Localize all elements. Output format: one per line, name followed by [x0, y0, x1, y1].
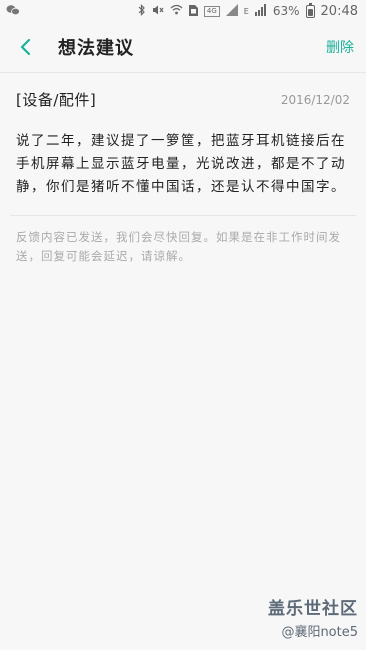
header: 想法建议 删除: [0, 22, 366, 72]
status-right: 4G E 63% 20:48: [138, 2, 366, 19]
network-4g-icon: 4G: [203, 5, 220, 17]
feedback-category: [设备/配件]: [16, 91, 97, 109]
delete-button[interactable]: 删除: [326, 37, 354, 57]
screen: 4G E 63% 20:48 想法建议 删除 [设备/配件] 2016/12/0…: [0, 0, 366, 650]
wifi-icon: [170, 4, 183, 18]
battery-percent: 63%: [272, 4, 300, 18]
signal-icon-2: [254, 3, 267, 19]
battery-icon: [305, 2, 315, 18]
wechat-icon: [6, 4, 20, 19]
sent-notice: 反馈内容已发送，我们会尽快回复。如果是在非工作时间发送，回复可能会延迟，请谅解。: [16, 230, 341, 263]
watermark-author: @襄阳note5: [281, 625, 358, 640]
page-title: 想法建议: [58, 38, 134, 59]
sim-card-icon: [188, 4, 198, 19]
header-left: 想法建议: [12, 33, 134, 61]
feedback-message: 说了二年，建议提了一箩筐，把蓝牙耳机链接后在手机屏幕上显示蓝牙电量，光说改进，都…: [16, 133, 346, 195]
clock: 20:48: [320, 3, 358, 19]
watermark: 盖乐世社区 @襄阳note5: [268, 594, 358, 640]
chevron-left-icon: [20, 38, 31, 56]
meta-row: [设备/配件] 2016/12/02: [0, 73, 366, 110]
network-e-label: E: [243, 6, 249, 16]
status-left: [0, 4, 20, 19]
watermark-title: 盖乐世社区: [268, 599, 358, 619]
mute-icon: [152, 4, 164, 19]
feedback-detail: [设备/配件] 2016/12/02 说了二年，建议提了一箩筐，把蓝牙耳机链接后…: [0, 73, 366, 266]
signal-icon-1: [225, 3, 238, 19]
bluetooth-icon: [138, 3, 146, 19]
feedback-date: 2016/12/02: [280, 92, 350, 107]
status-bar: 4G E 63% 20:48: [0, 0, 366, 22]
back-button[interactable]: [12, 33, 40, 61]
